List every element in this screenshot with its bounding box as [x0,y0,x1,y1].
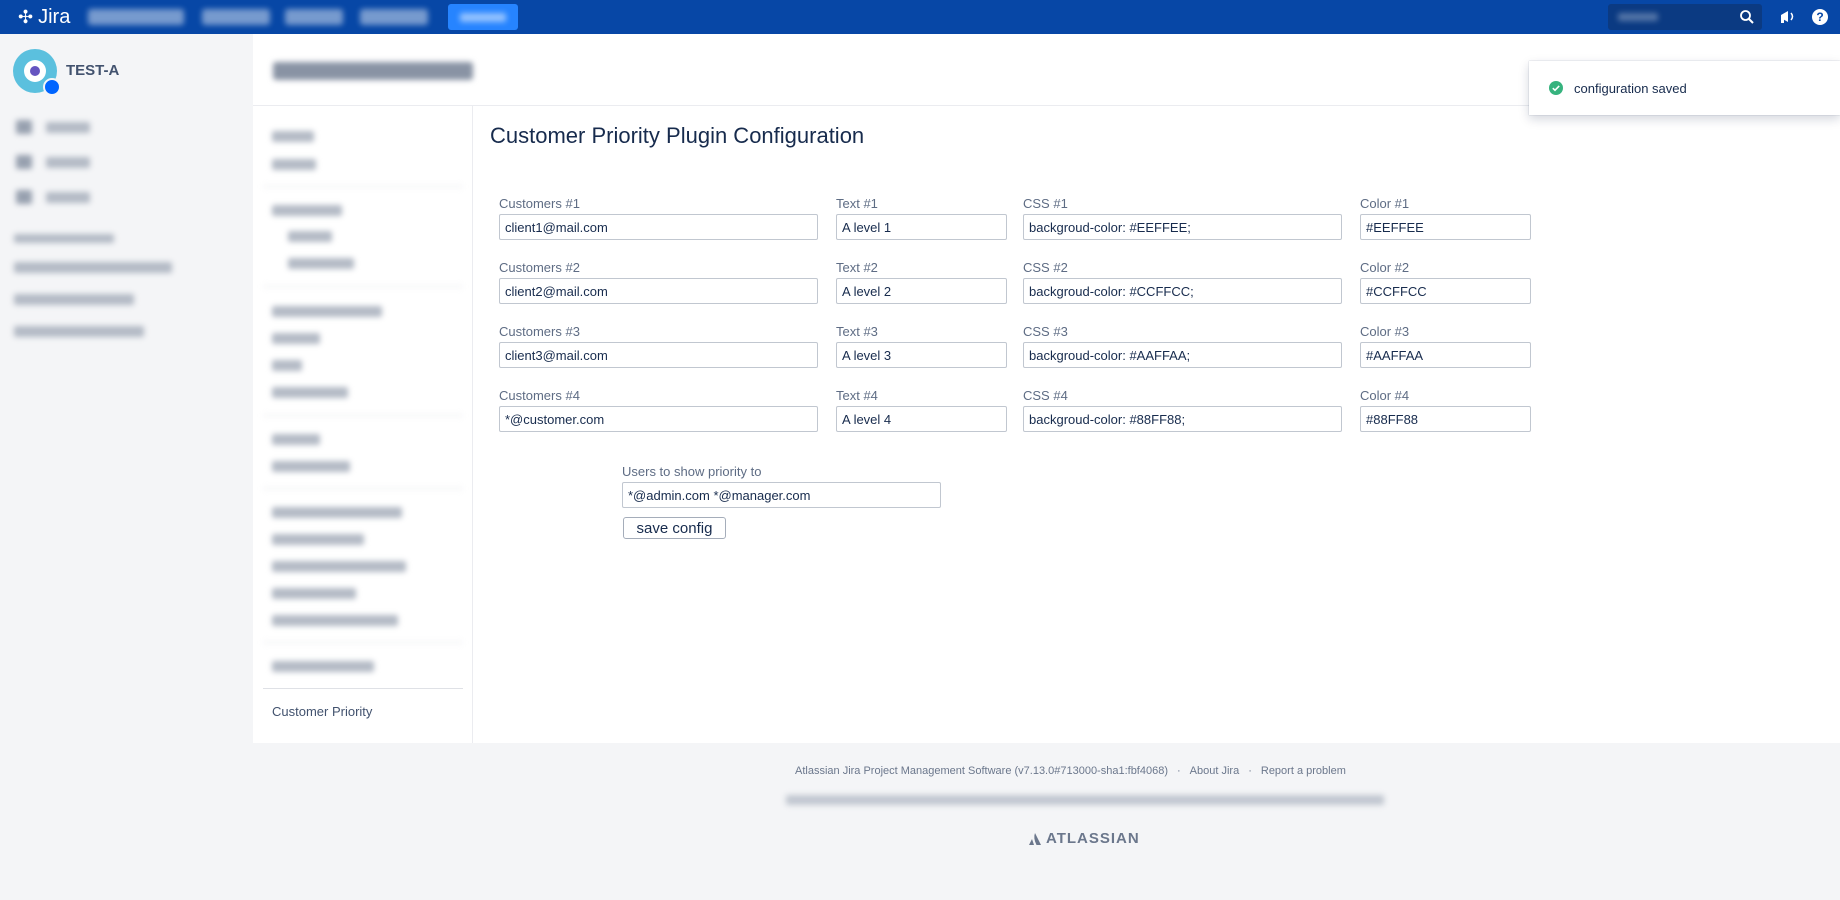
settings-nav-item[interactable] [288,258,354,269]
settings-nav-item[interactable] [272,131,314,142]
color-input[interactable] [1360,214,1531,240]
css-input[interactable] [1023,214,1342,240]
search-icon[interactable] [1738,8,1756,26]
settings-nav-item[interactable] [272,333,320,344]
svg-text:?: ? [1816,10,1823,24]
customers-label: Customers #1 [499,196,580,211]
toast-message: configuration saved [1574,81,1687,96]
settings-nav-item[interactable] [272,205,342,216]
text-label: Text #2 [836,260,878,275]
top-navigation-bar: ✣ Jira ? [0,0,1840,34]
settings-nav-item[interactable] [272,661,374,672]
settings-nav-item[interactable] [272,387,348,398]
customers-label: Customers #3 [499,324,580,339]
create-button[interactable] [448,4,518,30]
project-settings-title [273,62,473,80]
settings-nav-item[interactable] [272,615,398,626]
check-circle-icon [1549,81,1563,95]
settings-nav-item[interactable] [272,159,316,170]
sidebar-section-shortcuts [14,234,114,243]
atlassian-wordmark: ATLASSIAN [1046,830,1140,847]
sidebar-item-board[interactable] [46,122,90,133]
sidebar-shortcut-1[interactable] [14,262,172,273]
report-problem-link[interactable]: Report a problem [1261,765,1346,777]
css-label: CSS #2 [1023,260,1068,275]
text-label: Text #1 [836,196,878,211]
settings-nav-item[interactable] [272,507,402,518]
customers-input[interactable] [499,278,818,304]
jira-logo-text: Jira [38,6,71,28]
save-config-button[interactable]: save config [623,517,726,539]
sidebar-item-issues[interactable] [46,192,90,203]
jira-logo[interactable]: ✣ Jira [18,6,70,28]
css-label: CSS #3 [1023,324,1068,339]
color-label: Color #2 [1360,260,1410,275]
color-label: Color #4 [1360,388,1410,403]
color-label: Color #1 [1360,196,1410,211]
project-settings-nav: Customer Priority [253,105,473,743]
css-label: CSS #1 [1023,196,1068,211]
settings-nav-item[interactable] [272,561,406,572]
help-icon[interactable]: ? [1811,8,1829,26]
settings-nav-item[interactable] [272,534,364,545]
customers-label: Customers #4 [499,388,580,403]
footer-license-text [786,795,1384,805]
color-input[interactable] [1360,278,1531,304]
nav-issues-menu[interactable] [285,9,343,25]
nav-tempo-menu[interactable] [360,9,428,25]
settings-nav-item[interactable] [272,306,382,317]
color-label: Color #3 [1360,324,1410,339]
users-input[interactable] [622,482,941,508]
settings-nav-item[interactable] [272,588,356,599]
customers-input[interactable] [499,214,818,240]
color-input[interactable] [1360,342,1531,368]
sidebar-shortcut-2[interactable] [14,294,134,305]
text-label: Text #3 [836,324,878,339]
board-icon [16,120,32,134]
customers-label: Customers #2 [499,260,580,275]
text-input[interactable] [836,406,1007,432]
about-jira-link[interactable]: About Jira [1190,765,1240,777]
sidebar-item-reports[interactable] [46,157,90,168]
success-toast: configuration saved [1529,61,1840,115]
footer-links: Atlassian Jira Project Management Softwa… [795,765,1346,777]
text-label: Text #4 [836,388,878,403]
settings-nav-item-customer-priority[interactable]: Customer Priority [272,704,372,719]
text-input[interactable] [836,214,1007,240]
main-content: Customer Priority Plugin Configuration C… [473,105,1840,743]
users-label: Users to show priority to [622,464,762,479]
settings-nav-item[interactable] [272,434,320,445]
customers-input[interactable] [499,406,818,432]
settings-nav-item[interactable] [272,360,302,371]
project-name[interactable]: TEST-A [66,62,119,79]
css-input[interactable] [1023,342,1342,368]
footer-software-info: Atlassian Jira Project Management Softwa… [795,765,1168,777]
settings-nav-item[interactable] [272,461,350,472]
settings-nav-item[interactable] [288,231,332,242]
css-input[interactable] [1023,278,1342,304]
atlassian-logo-icon [1029,832,1041,845]
project-type-badge-icon [43,78,61,96]
css-label: CSS #4 [1023,388,1068,403]
customers-input[interactable] [499,342,818,368]
announcement-icon[interactable] [1778,8,1798,26]
page-title: Customer Priority Plugin Configuration [490,123,865,148]
nav-projects-menu[interactable] [202,9,270,25]
jira-logo-icon: ✣ [18,7,34,27]
text-input[interactable] [836,342,1007,368]
text-input[interactable] [836,278,1007,304]
css-input[interactable] [1023,406,1342,432]
color-input[interactable] [1360,406,1531,432]
sidebar-add-shortcut[interactable] [14,326,144,337]
nav-dashboards-menu[interactable] [88,9,184,25]
issues-icon [16,190,32,204]
reports-icon [16,155,32,169]
atlassian-logo[interactable]: ATLASSIAN [1028,830,1140,847]
